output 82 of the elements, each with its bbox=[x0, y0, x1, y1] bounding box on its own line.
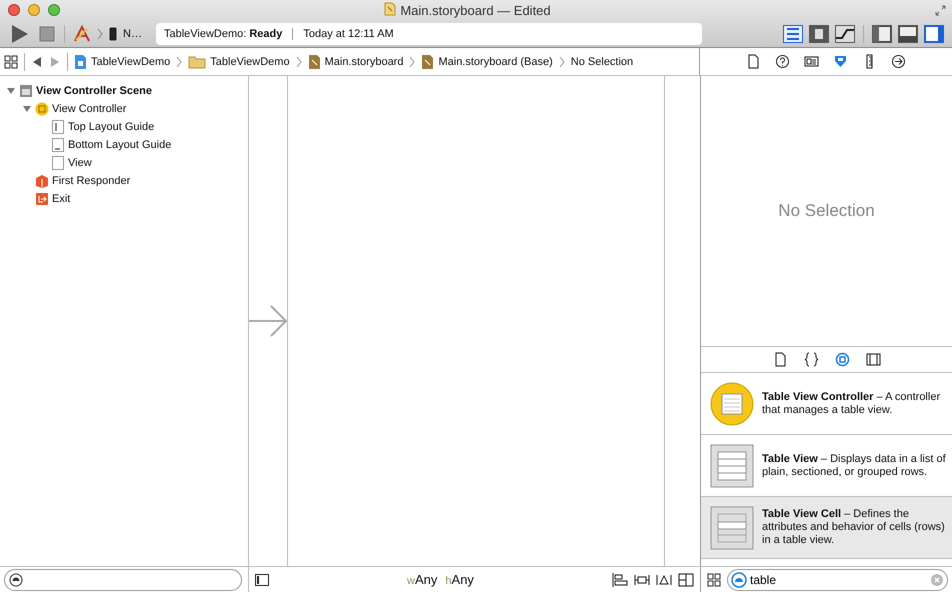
outline-toggle-icon[interactable] bbox=[255, 574, 269, 586]
bottom-panel-icon bbox=[899, 26, 917, 42]
panel-toggle-button[interactable] bbox=[924, 24, 944, 42]
item-description: Table View – Displays data in a list of plain, sectioned, or grouped rows. bbox=[762, 452, 946, 478]
storyboard-file-icon bbox=[421, 54, 434, 70]
chevron-icon bbox=[176, 56, 182, 68]
help-icon[interactable] bbox=[775, 54, 790, 69]
disclosure-icon[interactable] bbox=[22, 104, 32, 114]
resize-icon[interactable] bbox=[678, 572, 694, 586]
film-icon[interactable] bbox=[866, 352, 880, 367]
window-title: Main.storyboard — Edited bbox=[400, 2, 551, 18]
arrow-icon bbox=[249, 303, 287, 339]
outline-item[interactable]: Exit bbox=[52, 193, 70, 205]
grid-icon[interactable] bbox=[707, 572, 721, 586]
controller-icon bbox=[35, 102, 49, 116]
guide-icon bbox=[51, 138, 65, 152]
scene-icon bbox=[19, 84, 33, 98]
filter-icon bbox=[9, 572, 23, 586]
no-selection-label: No Selection bbox=[778, 201, 875, 221]
panel-toggle-button[interactable] bbox=[872, 24, 892, 42]
device-menu[interactable]: N… bbox=[123, 28, 142, 40]
right-panel-icon bbox=[925, 26, 943, 42]
stop-icon[interactable] bbox=[38, 24, 56, 42]
close-button[interactable] bbox=[8, 4, 20, 16]
object-icon[interactable] bbox=[834, 352, 850, 367]
folder-icon bbox=[188, 54, 206, 70]
exit-icon bbox=[35, 192, 49, 206]
editor-mode-button[interactable] bbox=[835, 24, 855, 42]
panel-toggle-button[interactable] bbox=[898, 24, 918, 42]
braces-icon[interactable] bbox=[804, 352, 818, 367]
breadcrumb[interactable]: TableViewDemo bbox=[188, 54, 290, 70]
shield-icon[interactable] bbox=[833, 54, 848, 69]
outline-item[interactable]: Bottom Layout Guide bbox=[68, 139, 172, 151]
filter-field[interactable] bbox=[4, 568, 242, 590]
breadcrumb[interactable]: Main.storyboard bbox=[308, 54, 404, 70]
file-icon[interactable] bbox=[746, 54, 761, 69]
table-controller-icon bbox=[710, 382, 754, 426]
view-icon bbox=[51, 156, 65, 170]
arrow-circle-icon[interactable] bbox=[891, 54, 906, 69]
outline-item[interactable]: View bbox=[68, 157, 92, 169]
table-icon bbox=[710, 444, 754, 488]
chevron-icon bbox=[409, 56, 416, 68]
pin-icon[interactable] bbox=[634, 572, 650, 586]
card-icon[interactable] bbox=[804, 54, 819, 69]
guide-icon bbox=[51, 120, 65, 134]
build-status: TableViewDemo: Ready bbox=[164, 28, 282, 40]
chevron-icon bbox=[296, 56, 302, 68]
fullscreen-icon[interactable] bbox=[935, 4, 946, 16]
project-file-icon bbox=[74, 54, 87, 70]
breadcrumb[interactable]: TableViewDemo bbox=[74, 54, 170, 70]
back-icon[interactable] bbox=[31, 56, 43, 68]
storyboard-file-icon bbox=[308, 54, 321, 70]
library-item[interactable]: Table View Cell – Defines the attributes and behavior of cells (rows) in a table view. bbox=[701, 497, 952, 559]
chevron-icon bbox=[558, 56, 565, 68]
grid-icon[interactable] bbox=[4, 54, 18, 68]
file-icon[interactable] bbox=[772, 352, 788, 367]
search-field[interactable]: table bbox=[727, 568, 948, 590]
outline-item[interactable]: View Controller bbox=[52, 103, 126, 115]
zoom-button[interactable] bbox=[48, 4, 60, 16]
phone-icon[interactable] bbox=[109, 26, 117, 40]
cube-icon bbox=[35, 174, 49, 188]
timestamp: Today at 12:11 AM bbox=[303, 28, 394, 40]
breadcrumb[interactable]: No Selection bbox=[570, 56, 634, 68]
align-icon[interactable] bbox=[612, 572, 628, 586]
document-icon bbox=[384, 2, 396, 16]
lines-icon bbox=[784, 26, 802, 42]
app-icon[interactable] bbox=[73, 24, 91, 42]
disclosure-icon[interactable] bbox=[6, 86, 16, 96]
item-description: Table View Cell – Defines the attributes and behavior of cells (rows) in a table view. bbox=[762, 508, 946, 547]
table-cell-icon bbox=[710, 506, 754, 550]
outline-item[interactable]: Top Layout Guide bbox=[68, 121, 154, 133]
left-panel-icon bbox=[873, 26, 891, 42]
breadcrumb[interactable]: Main.storyboard (Base) bbox=[421, 54, 553, 70]
minimize-button[interactable] bbox=[28, 4, 40, 16]
outline-item[interactable]: First Responder bbox=[52, 175, 130, 187]
resolve-icon[interactable] bbox=[656, 572, 672, 586]
library-item[interactable]: Table View Controller – A controller that manages a table view. bbox=[701, 373, 952, 435]
size-class-label[interactable]: wAny bbox=[407, 572, 438, 587]
item-description: Table View Controller – A controller that manages a table view. bbox=[762, 390, 942, 416]
chevron-icon bbox=[97, 28, 103, 40]
size-class-label[interactable]: hAny bbox=[445, 572, 474, 587]
outline-item[interactable]: View Controller Scene bbox=[36, 85, 152, 97]
